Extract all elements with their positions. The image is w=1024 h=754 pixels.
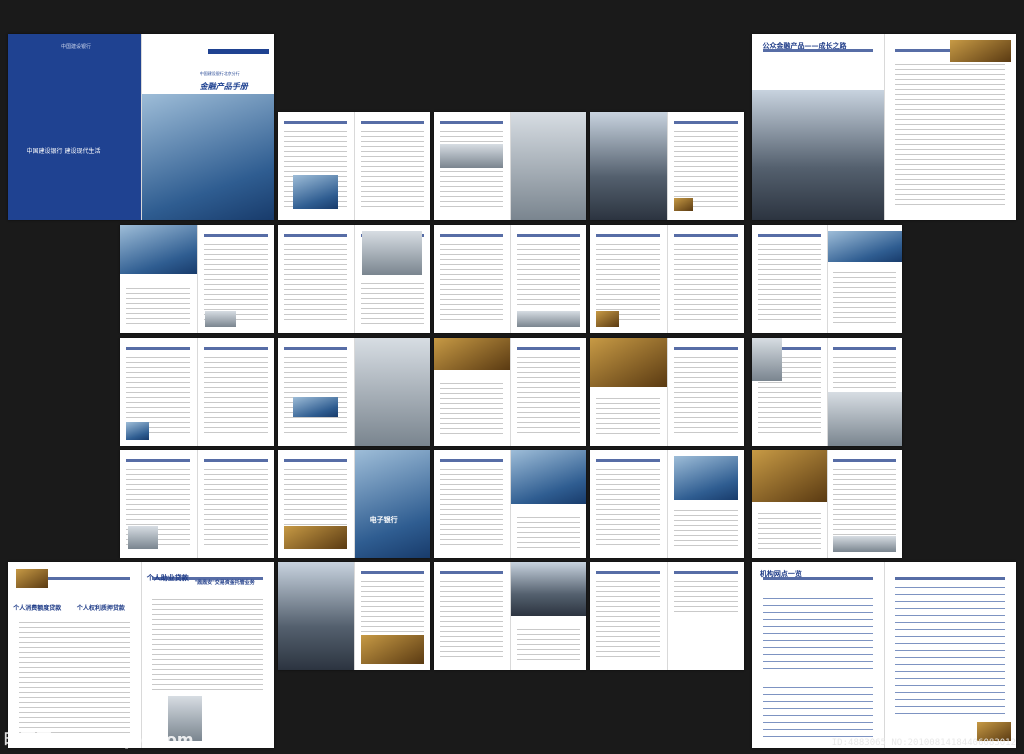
spread-ebank: 电子银行 [278,450,430,558]
page [826,225,902,333]
spread-loans: 个人消费额度贷款 个人权利质押贷款 个人助业贷款 "鼎鼎安"交易资金托管业务 [8,562,274,748]
spread-r4-4 [590,450,744,558]
page: 公众金融产品——成长之路 [752,34,884,220]
branch-table [762,681,873,737]
page [120,338,197,446]
page [509,562,586,670]
cover-subtitle: 中国建设银行北京分行 [199,71,240,77]
page [434,338,510,446]
page [278,562,354,670]
page [278,225,354,333]
cover-back-page: 中国建设银行 中国建设银行 建设现代生活 [8,34,141,220]
page [666,450,744,558]
cover-front-page: 中国建设银行北京分行 金融产品手册 [140,34,274,220]
page [434,112,510,220]
network-title: 机构网点一览 [759,570,802,579]
pledge-loan-title: 个人权利质押贷款 [76,604,125,612]
spread-growth: 公众金融产品——成长之路 [752,34,1016,220]
page [278,450,354,558]
page [590,112,667,220]
cover-title: 金融产品手册 [199,81,248,91]
spread-finance [434,112,586,220]
watermark-site: 昵图网 www.nipic.com [4,730,194,749]
page [196,450,274,558]
cover-building-image [141,93,274,220]
page [120,450,197,558]
page [353,338,430,446]
spread-r3-5 [752,338,902,446]
page: 个人助业贷款 "鼎鼎安"交易资金托管业务 [140,562,274,748]
page [509,338,586,446]
cover-spread: 中国建设银行 中国建设银行 建设现代生活 中国建设银行北京分行 金融产品手册 [8,34,274,220]
signpost-image [752,89,884,220]
page [353,562,430,670]
spread-r4-3 [434,450,586,558]
page [434,225,510,333]
page [826,338,902,446]
page [752,338,827,446]
page [826,450,902,558]
page [353,225,430,333]
page [752,225,827,333]
spread-city [590,112,744,220]
spread-r2-4 [590,225,744,333]
brand-bar [207,48,269,55]
branch-table [895,580,1006,719]
spread-r3-1 [120,338,274,446]
ebank-title: 电子银行 [369,515,398,524]
spread-r2-3 [434,225,586,333]
page [353,112,430,220]
watermark-id: ID:4883065 NO:20100814184406083012 [831,738,1016,748]
spread-toc [278,112,430,220]
consumer-loan-title: 个人消费额度贷款 [13,604,62,612]
spread-r3-2 [278,338,430,446]
study-loan-title: 个人助业贷款 [146,574,189,583]
page [509,112,586,220]
page [590,338,667,446]
page [883,34,1016,220]
cover-slogan: 中国建设银行 建设现代生活 [26,147,101,155]
spread-r3-3 [434,338,586,446]
page [590,450,667,558]
spread-r5-2 [278,562,430,670]
spread-r4-1 [120,450,274,558]
page [434,562,510,670]
page: 个人消费额度贷款 个人权利质押贷款 [8,562,141,748]
page [196,225,274,333]
page: 机构网点一览 [752,562,884,748]
page [666,338,744,446]
spread-r2-5 [752,225,902,333]
spread-r5-4 [590,562,744,670]
page: 电子银行 [353,450,430,558]
page [278,112,354,220]
page [120,225,197,333]
cover-logo: 中国建设银行 [61,44,92,51]
growth-title: 公众金融产品——成长之路 [762,42,847,51]
page [196,338,274,446]
page [509,450,586,558]
page [752,450,827,558]
spread-r5-3 [434,562,586,670]
page [590,562,667,670]
spread-r4-5 [752,450,902,558]
page [883,562,1016,748]
page [590,225,667,333]
safe-deposit-title: "鼎鼎安"交易资金托管业务 [194,579,255,586]
branch-table [762,591,873,674]
spread-r2-1 [120,225,274,333]
page [434,450,510,558]
page [666,562,744,670]
page [509,225,586,333]
spread-network: 机构网点一览 [752,562,1016,748]
page [278,338,354,446]
spread-r3-4 [590,338,744,446]
page [666,225,744,333]
page [666,112,744,220]
spread-r2-2 [278,225,430,333]
